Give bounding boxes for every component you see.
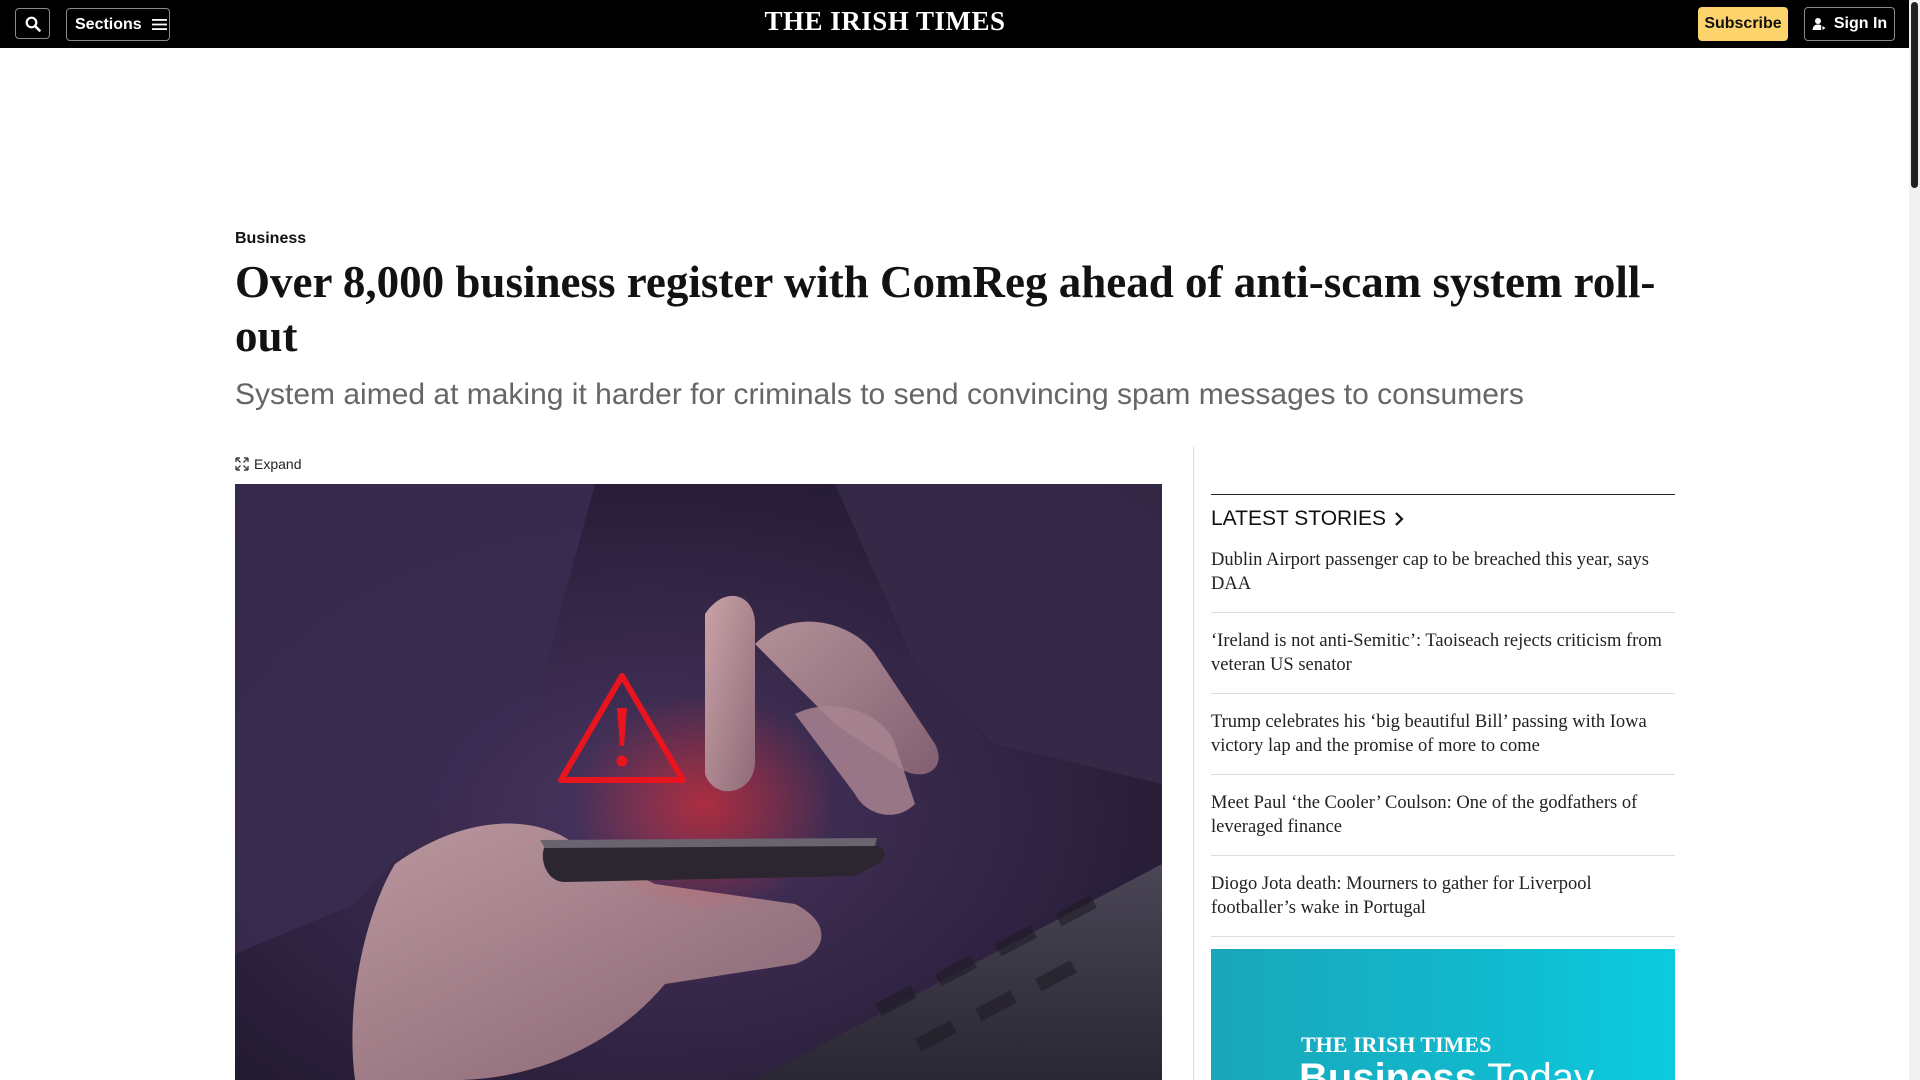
latest-story-item[interactable]: Meet Paul ‘the Cooler’ Coulson: One of t… <box>1211 775 1675 856</box>
sections-menu-button[interactable]: Sections <box>66 8 170 41</box>
chevron-right-icon <box>1395 512 1404 526</box>
scrollbar-thumb[interactable] <box>1911 2 1918 188</box>
expand-image-button[interactable]: Expand <box>235 456 301 472</box>
sections-label: Sections <box>75 15 142 33</box>
promo-title-bold: Business <box>1299 1056 1477 1080</box>
sign-in-button[interactable]: Sign In <box>1804 7 1895 41</box>
page-scrollbar[interactable] <box>1909 0 1920 1080</box>
article-category-link[interactable]: Business <box>235 230 306 248</box>
latest-stories-title: LATEST STORIES <box>1211 507 1387 530</box>
search-button[interactable] <box>15 8 50 39</box>
latest-stories-heading[interactable]: LATEST STORIES <box>1211 506 1675 532</box>
latest-story-item[interactable]: Dublin Airport passenger cap to be breac… <box>1211 532 1675 613</box>
promo-title-light: Today <box>1476 1056 1594 1080</box>
expand-icon <box>235 457 249 471</box>
top-navigation-bar: Sections THE IRISH TIMES Subscribe Sign … <box>0 0 1909 48</box>
business-today-promo[interactable]: THE IRISH TIMES Business Today <box>1211 949 1675 1080</box>
article-standfirst: System aimed at making it harder for cri… <box>235 378 1524 411</box>
menu-icon <box>151 19 167 30</box>
latest-stories-panel: LATEST STORIES Dublin Airport passenger … <box>1211 494 1675 937</box>
column-divider <box>1193 447 1194 1080</box>
article-hero-image <box>235 484 1162 1080</box>
promo-title: Business Today <box>1299 1056 1594 1080</box>
article-headline: Over 8,000 business register with ComReg… <box>235 257 1656 361</box>
sign-in-label: Sign In <box>1833 15 1888 32</box>
subscribe-button[interactable]: Subscribe <box>1698 7 1788 41</box>
user-icon <box>1812 18 1826 30</box>
masthead-logo[interactable]: THE IRISH TIMES <box>760 6 1010 37</box>
expand-label: Expand <box>254 456 302 472</box>
promo-brand: THE IRISH TIMES <box>1301 1032 1492 1057</box>
latest-story-item[interactable]: Diogo Jota death: Mourners to gather for… <box>1211 856 1675 937</box>
latest-story-item[interactable]: Trump celebrates his ‘big beautiful Bill… <box>1211 694 1675 775</box>
latest-story-item[interactable]: ‘Ireland is not anti-Semitic’: Taoiseach… <box>1211 613 1675 694</box>
search-icon <box>25 16 41 32</box>
